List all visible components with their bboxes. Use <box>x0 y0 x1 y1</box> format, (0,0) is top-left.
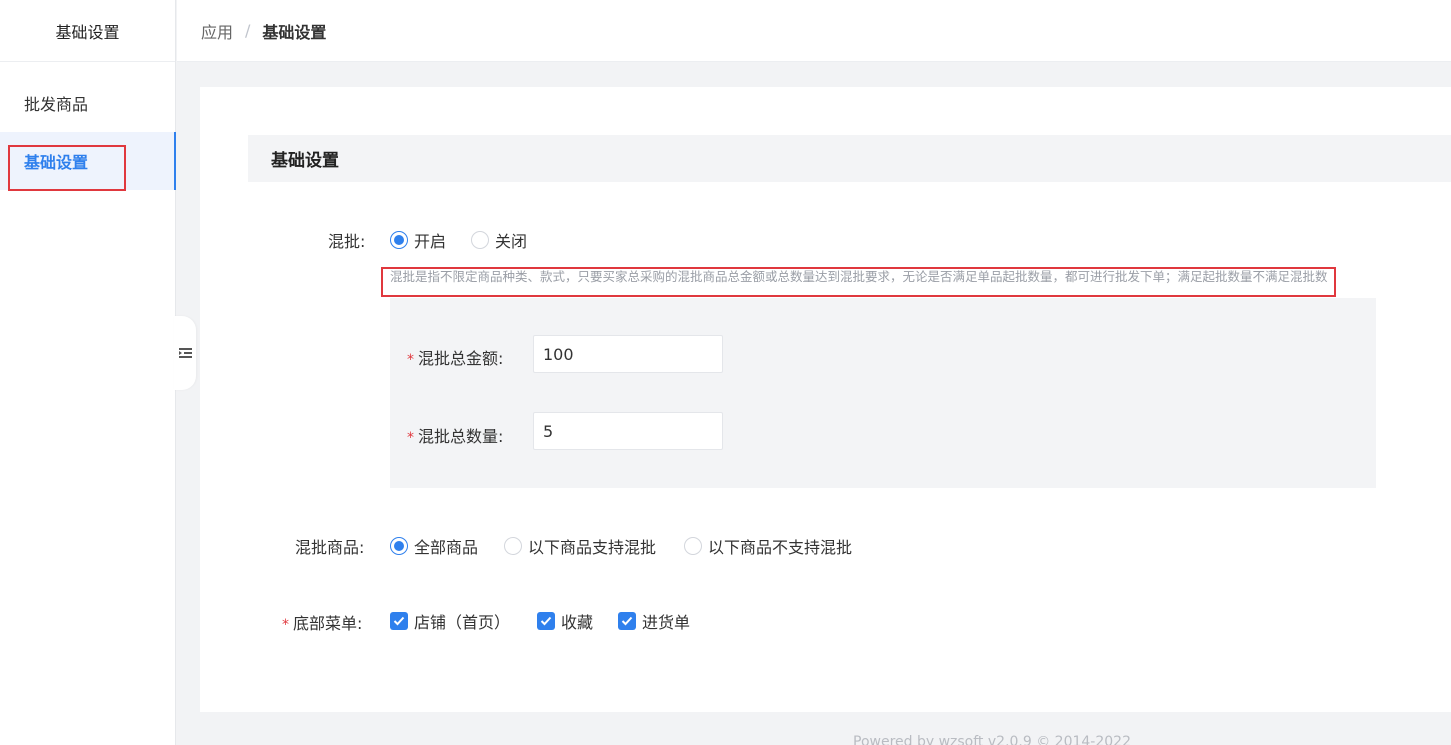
mix-goods-include-label: 以下商品支持混批 <box>528 538 657 557</box>
checkbox-checked-icon <box>618 612 636 630</box>
mix-on-radio[interactable]: 开启 <box>390 228 446 252</box>
breadcrumb-current: 基础设置 <box>262 22 327 42</box>
radio-unchecked-icon <box>471 231 489 249</box>
mix-off-label: 关闭 <box>495 232 528 251</box>
bottom-menu-label: * 底部菜单: <box>282 610 362 634</box>
mix-goods-all-label: 全部商品 <box>414 538 479 557</box>
radio-unchecked-icon <box>504 537 522 555</box>
breadcrumb-app[interactable]: 应用 <box>201 19 233 43</box>
sidebar-item-basic-settings[interactable]: 基础设置 <box>0 132 176 190</box>
collapse-icon <box>178 344 192 363</box>
bottom-menu-shop-checkbox[interactable]: 店铺（首页） <box>390 609 510 633</box>
bottom-menu-favorite-checkbox[interactable]: 收藏 <box>537 609 593 633</box>
sidebar-collapse-toggle[interactable] <box>174 316 196 390</box>
mix-goods-exclude-label: 以下商品不支持混批 <box>708 538 853 557</box>
bottom-menu-favorite-label: 收藏 <box>561 613 594 632</box>
mix-label: 混批: <box>328 232 366 251</box>
checkbox-checked-icon <box>537 612 555 630</box>
mix-quantity-label-text: 混批总数量: <box>418 427 504 446</box>
bottom-menu-purchase-list-label: 进货单 <box>642 613 691 632</box>
checkbox-checked-icon <box>390 612 408 630</box>
required-asterisk: * <box>282 617 289 633</box>
mix-quantity-input[interactable] <box>533 412 723 450</box>
sidebar: 基础设置 批发商品 基础设置 <box>0 0 176 745</box>
mix-goods-label: 混批商品: <box>295 538 365 557</box>
sidebar-item-wholesale-goods[interactable]: 批发商品 <box>0 74 176 132</box>
mix-quantity-label: * 混批总数量: <box>407 423 503 447</box>
mix-amount-label: * 混批总金额: <box>407 345 503 369</box>
radio-checked-icon <box>390 537 408 555</box>
radio-unchecked-icon <box>684 537 702 555</box>
required-asterisk: * <box>407 352 414 368</box>
mix-goods-all-radio[interactable]: 全部商品 <box>390 534 478 558</box>
mix-amount-input[interactable] <box>533 335 723 373</box>
required-asterisk: * <box>407 430 414 446</box>
mix-settings-panel <box>390 298 1376 488</box>
bottom-menu-label-text: 底部菜单: <box>293 614 363 633</box>
section-title: 基础设置 <box>248 135 1451 182</box>
mix-off-radio[interactable]: 关闭 <box>471 228 527 252</box>
mix-goods-include-radio[interactable]: 以下商品支持混批 <box>504 534 656 558</box>
mix-goods-exclude-radio[interactable]: 以下商品不支持混批 <box>684 534 852 558</box>
mix-on-label: 开启 <box>414 232 447 251</box>
top-header: 应用 / 基础设置 <box>177 0 1451 62</box>
mix-amount-label-text: 混批总金额: <box>418 349 504 368</box>
sidebar-title: 基础设置 <box>0 0 175 62</box>
footer-copyright: Powered by wzsoft v2.0.9 © 2014-2022 <box>853 734 1131 745</box>
settings-card: 基础设置 混批: 开启 关闭 混批是指不限定商品种类、款式，只要买家总采购的混批… <box>200 87 1451 712</box>
bottom-menu-purchase-list-checkbox[interactable]: 进货单 <box>618 609 690 633</box>
bottom-menu-shop-label: 店铺（首页） <box>414 613 511 632</box>
mix-hint-text: 混批是指不限定商品种类、款式，只要买家总采购的混批商品总金额或总数量达到混批要求… <box>390 269 1328 284</box>
radio-checked-icon <box>390 231 408 249</box>
breadcrumb-separator: / <box>245 21 251 40</box>
